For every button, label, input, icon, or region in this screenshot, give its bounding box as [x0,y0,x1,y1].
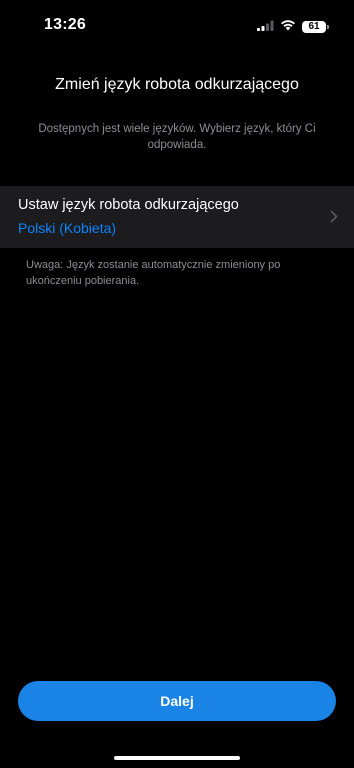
setting-label: Ustaw język robota odkurzającego [18,197,239,213]
page-description: Dostępnych jest wiele języków. Wybierz j… [38,123,316,151]
download-note: Uwaga: Język zostanie automatycznie zmie… [26,259,281,287]
home-indicator [114,756,240,760]
setting-value: Polski (Kobieta) [18,220,117,236]
battery-level: 61 [308,21,320,32]
chevron-right-icon [330,210,338,228]
wifi-icon [280,18,296,36]
page-title: Zmień język robota odkurzającego [55,76,299,93]
status-icons: 61 [257,18,329,36]
language-setting-row[interactable]: Ustaw język robota odkurzającego Polski … [0,186,354,248]
next-button[interactable]: Dalej [18,681,336,721]
status-bar: 13:26 61 [0,0,354,50]
status-time: 13:26 [44,16,86,33]
signal-icon [257,18,274,36]
battery-icon: 61 [302,21,329,33]
